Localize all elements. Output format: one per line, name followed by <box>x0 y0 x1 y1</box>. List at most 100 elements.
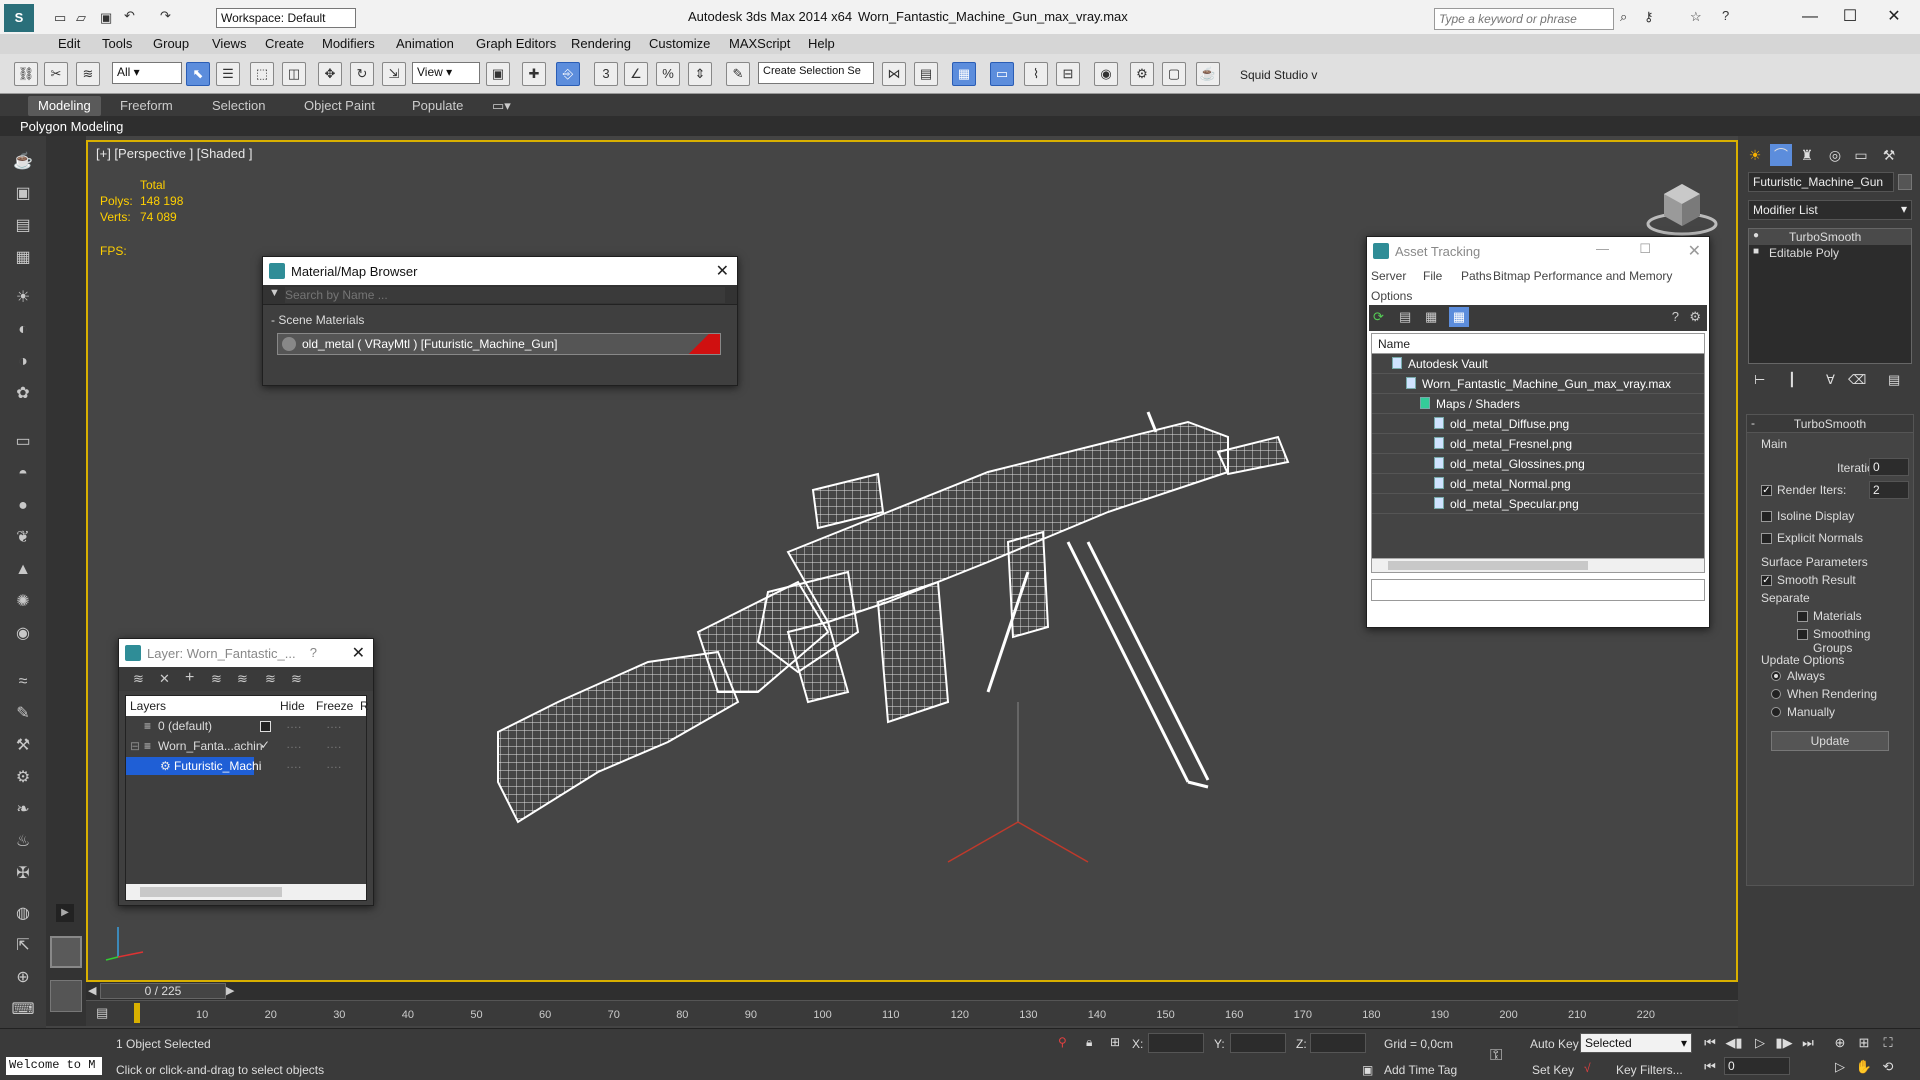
viewport-layout-thumbnail-2[interactable] <box>50 980 82 1012</box>
render-production-icon[interactable]: ☕ <box>1196 62 1220 86</box>
binoculars-icon[interactable]: ⌕ <box>1620 9 1627 25</box>
sky-icon[interactable]: ◉ <box>11 622 35 646</box>
layer-row-default[interactable]: ≡ 0 (default) …. …. <box>126 716 366 736</box>
viewport-layout-thumbnail[interactable] <box>50 936 82 968</box>
menu-rendering[interactable]: Rendering <box>571 36 631 51</box>
hemisphere-icon[interactable]: ◓ <box>11 462 35 486</box>
absolute-mode-icon[interactable]: ⊞ <box>1110 1035 1120 1049</box>
box-icon[interactable]: ▭ <box>11 430 35 454</box>
teapot-icon[interactable]: ☕ <box>11 150 35 174</box>
pan-view-icon[interactable]: ✋ <box>1854 1057 1874 1077</box>
redo-icon[interactable]: ↷ <box>160 8 171 24</box>
asset-menu-options[interactable]: Options <box>1371 289 1412 303</box>
paint-icon[interactable]: ✎ <box>11 702 35 726</box>
update-button[interactable]: Update <box>1771 731 1889 751</box>
layer-window-titlebar[interactable]: Layer: Worn_Fantastic_... ? ✕ <box>119 639 373 667</box>
freeze-column-header[interactable]: Freeze <box>316 699 353 713</box>
zoom-all-icon[interactable]: ⊞ <box>1854 1033 1874 1053</box>
layer-freeze-all-icon[interactable]: ≋ <box>291 671 302 687</box>
active-layer-checkbox[interactable] <box>260 721 271 732</box>
bulb-icon[interactable]: ● <box>1753 230 1759 241</box>
asset-menu-server[interactable]: Server <box>1371 269 1406 283</box>
current-frame-field[interactable]: 0 <box>1724 1057 1790 1075</box>
smooth-result-checkbox[interactable]: ✓ <box>1761 575 1772 586</box>
material-editor-icon[interactable]: ◉ <box>1094 62 1118 86</box>
bind-spacewarp-icon[interactable]: ≋ <box>76 62 100 86</box>
collapse-icon[interactable]: ⊟ <box>130 739 140 753</box>
reference-coordinate-dropdown[interactable]: View ▾ <box>412 62 480 84</box>
align-icon[interactable]: ▤ <box>914 62 938 86</box>
material-browser-close-icon[interactable]: ✕ <box>716 261 729 281</box>
help-search-input[interactable] <box>1434 8 1614 30</box>
key-icon[interactable]: ⚷ <box>1644 9 1654 25</box>
y-coordinate-field[interactable] <box>1230 1033 1286 1053</box>
rotate-icon[interactable]: ↻ <box>350 62 374 86</box>
skin-icon[interactable]: ✠ <box>11 862 35 886</box>
maximize-button[interactable]: ☐ <box>1830 4 1870 30</box>
menu-create[interactable]: Create <box>265 36 304 51</box>
table-view-icon[interactable]: ▦ <box>1449 307 1469 327</box>
modify-tab-icon[interactable]: ⌒ <box>1770 144 1792 166</box>
time-slider[interactable]: ◀ 0 / 225 ▶ <box>86 982 1738 1000</box>
freeze-toggle[interactable]: …. <box>326 717 341 731</box>
layer-help-button[interactable]: ? <box>310 645 317 660</box>
manually-radio[interactable] <box>1771 707 1781 717</box>
rendered-frame-window-icon[interactable]: ▢ <box>1162 62 1186 86</box>
isoline-checkbox[interactable] <box>1761 511 1772 522</box>
asset-tree-item[interactable]: old_metal_Glossines.png <box>1372 454 1704 474</box>
stack-item-editable-poly[interactable]: ■ Editable Poly <box>1749 245 1911 261</box>
percent-snap-icon[interactable]: % <box>656 62 680 86</box>
menu-edit[interactable]: Edit <box>58 36 80 51</box>
helpers-icon[interactable]: ◑ <box>11 350 35 374</box>
layers-column-header[interactable]: Layers <box>130 699 166 713</box>
schematic-view-icon[interactable]: ⊟ <box>1056 62 1080 86</box>
quick-access-save-icon[interactable]: ▣ <box>100 10 112 26</box>
asset-minimize-icon[interactable]: — <box>1596 241 1609 256</box>
expand-arrow-icon[interactable]: ▶ <box>56 904 74 922</box>
asset-tree-item[interactable]: Worn_Fantastic_Machine_Gun_max_vray.max <box>1372 374 1704 394</box>
field-of-view-icon[interactable]: ▷ <box>1830 1057 1850 1077</box>
ribbon-options-icon[interactable]: ▭▾ <box>492 98 511 114</box>
menu-group[interactable]: Group <box>153 36 189 51</box>
document-icon[interactable]: ▤ <box>11 214 35 238</box>
plant-icon[interactable]: ❦ <box>11 526 35 550</box>
menu-maxscript[interactable]: MAXScript <box>729 36 790 51</box>
viewport-icon[interactable]: ▣ <box>11 182 35 206</box>
rollout-header[interactable]: - TurboSmooth <box>1747 415 1913 433</box>
hierarchy-tab-icon[interactable]: ♜ <box>1796 144 1818 166</box>
hair-icon[interactable]: ≈ <box>11 670 35 694</box>
modifier-list-dropdown[interactable]: Modifier List ▾ <box>1748 200 1912 220</box>
viewport-label[interactable]: [+] [Perspective ] [Shaded ] <box>96 146 252 161</box>
tab-freeform[interactable]: Freeform <box>120 98 173 113</box>
expand-icon[interactable]: ■ <box>1753 246 1759 257</box>
layer-highlight-icon[interactable]: ≋ <box>237 671 248 687</box>
camera-icon[interactable]: ◐ <box>11 318 35 342</box>
layer-add-icon[interactable]: + <box>185 669 194 687</box>
smoothing-groups-checkbox[interactable] <box>1797 629 1808 640</box>
motion-tab-icon[interactable]: ◎ <box>1824 144 1846 166</box>
globe-icon[interactable]: ◍ <box>11 902 35 926</box>
list-view-icon[interactable]: ▤ <box>1399 309 1411 325</box>
tab-selection[interactable]: Selection <box>212 98 265 113</box>
asset-tree-item[interactable]: Autodesk Vault <box>1372 354 1704 374</box>
squid-studio-label[interactable]: Squid Studio v <box>1240 68 1317 82</box>
asset-tree-item[interactable]: old_metal_Fresnel.png <box>1372 434 1704 454</box>
next-frame-button-icon[interactable]: ▮▶ <box>1774 1033 1794 1053</box>
layer-new-icon[interactable]: ≋ <box>133 671 144 687</box>
menu-views[interactable]: Views <box>212 36 246 51</box>
polygon-modeling-label[interactable]: Polygon Modeling <box>20 119 123 134</box>
machine-gun-wireframe-model[interactable] <box>468 402 1368 902</box>
curve-editor-icon[interactable]: ⌇ <box>1024 62 1048 86</box>
asset-menu-bitmap[interactable]: Bitmap Performance and Memory <box>1493 269 1672 283</box>
remove-modifier-icon[interactable]: ⌫ <box>1848 372 1866 388</box>
snaps-toggle-icon[interactable]: 3 <box>594 62 618 86</box>
play-icon[interactable]: ▷ <box>1750 1033 1770 1053</box>
star-icon[interactable]: ☆ <box>1690 9 1702 25</box>
materials-checkbox[interactable] <box>1797 611 1808 622</box>
set-key-button[interactable]: Set Key <box>1532 1063 1574 1077</box>
filter-icon[interactable]: ▼ <box>269 287 280 299</box>
stack-item-turbosmooth[interactable]: ● TurboSmooth <box>1749 229 1911 245</box>
sun-icon[interactable]: ✺ <box>11 590 35 614</box>
layer-close-icon[interactable]: ✕ <box>352 643 365 663</box>
bone-icon[interactable]: ⚒ <box>11 734 35 758</box>
